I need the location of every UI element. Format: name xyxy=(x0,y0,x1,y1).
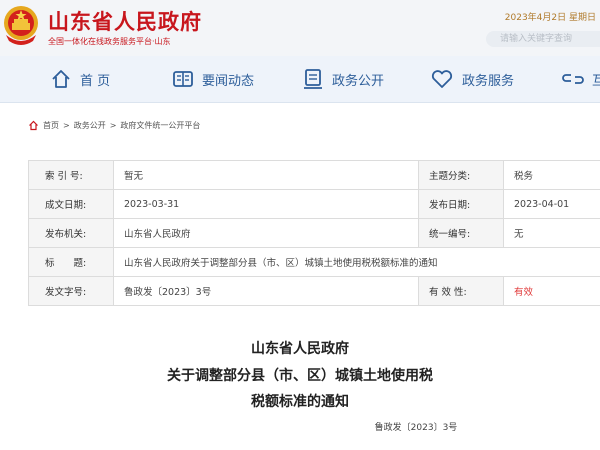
nav-item-news[interactable]: 要闻动态 xyxy=(172,56,254,102)
document-number: 鲁政发〔2023〕3号 xyxy=(374,423,458,433)
table-row: 发布机关: 山东省人民政府 统一编号: 无 xyxy=(28,218,600,248)
agency-label: 发布机关: xyxy=(28,218,114,248)
nav-label: 政务公开 xyxy=(332,73,385,89)
breadcrumb-separator: > xyxy=(63,121,70,130)
document-stamp-icon xyxy=(304,69,322,89)
nav-label: 政务服务 xyxy=(462,73,515,89)
document-issuer: 山东省人民政府 xyxy=(251,341,349,357)
index-label: 索 引 号: xyxy=(28,160,114,190)
serial-number-label: 统一编号: xyxy=(418,218,504,248)
newspaper-icon xyxy=(173,71,193,87)
document-title-line2: 税额标准的通知 xyxy=(251,394,349,410)
nav-label: 首 页 xyxy=(80,73,111,89)
document-title-line1: 关于调整部分县（市、区）城镇土地使用税 xyxy=(167,368,433,384)
published-date-value: 2023-04-01 xyxy=(503,189,600,219)
index-value: 暂无 xyxy=(113,160,419,190)
title-value: 山东省人民政府关于调整部分县（市、区）城镇土地使用税税额标准的通知 xyxy=(113,247,600,277)
site-header: 山东省人民政府 全国一体化在线政务服务平台·山东 2023年4月2日 星期日 请… xyxy=(0,0,600,56)
doc-number-label: 发文字号: xyxy=(28,276,114,306)
topic-value: 税务 xyxy=(503,160,600,190)
nav-item-gov-service[interactable]: 政务服务 xyxy=(430,56,514,102)
breadcrumb-current[interactable]: 政府文件统一公开平台 xyxy=(120,120,200,131)
topic-label: 主题分类: xyxy=(418,160,504,190)
nav-label: 要闻动态 xyxy=(202,73,255,89)
national-emblem-icon xyxy=(4,6,38,45)
home-icon xyxy=(52,70,70,88)
validity-value: 有效 xyxy=(503,276,600,306)
published-date-label: 发布日期: xyxy=(418,189,504,219)
breadcrumb-separator: > xyxy=(109,121,117,130)
created-date-label: 成文日期: xyxy=(28,189,114,219)
breadcrumb: 首页 > 政务公开 > 政府文件统一公开平台 xyxy=(28,120,200,131)
main-nav: 首 页 要闻动态 政务公开 政务服务 互 xyxy=(0,56,600,103)
site-subtitle: 全国一体化在线政务服务平台·山东 xyxy=(48,37,171,46)
nav-label: 互 xyxy=(592,73,600,89)
doc-number-value: 鲁政发〔2023〕3号 xyxy=(113,276,419,306)
table-row: 成文日期: 2023-03-31 发布日期: 2023-04-01 xyxy=(28,189,600,219)
site-title[interactable]: 山东省人民政府 xyxy=(48,6,202,36)
created-date-value: 2023-03-31 xyxy=(113,189,419,219)
document-metadata-table: 索 引 号: 暂无 主题分类: 税务 成文日期: 2023-03-31 发布日期… xyxy=(28,160,600,306)
heart-icon xyxy=(431,70,453,88)
serial-number-value: 无 xyxy=(503,218,600,248)
nav-item-home[interactable]: 首 页 xyxy=(50,56,110,102)
validity-label: 有 效 性: xyxy=(418,276,504,306)
home-icon[interactable] xyxy=(28,120,39,131)
breadcrumb-home[interactable]: 首页 xyxy=(43,120,59,131)
nav-item-gov-open[interactable]: 政务公开 xyxy=(302,56,384,102)
link-icon xyxy=(562,74,584,84)
current-date: 2023年4月2日 星期日 xyxy=(504,13,596,23)
search-input[interactable]: 请输入关键字查询 xyxy=(486,31,600,47)
breadcrumb-gov-open[interactable]: 政务公开 xyxy=(74,120,106,131)
table-row: 发文字号: 鲁政发〔2023〕3号 有 效 性: 有效 xyxy=(28,276,600,306)
title-label: 标 题: xyxy=(28,247,114,277)
agency-value: 山东省人民政府 xyxy=(113,218,419,248)
table-row: 索 引 号: 暂无 主题分类: 税务 xyxy=(28,160,600,190)
nav-item-interaction[interactable]: 互 xyxy=(562,56,600,102)
table-row: 标 题: 山东省人民政府关于调整部分县（市、区）城镇土地使用税税额标准的通知 xyxy=(28,247,600,277)
